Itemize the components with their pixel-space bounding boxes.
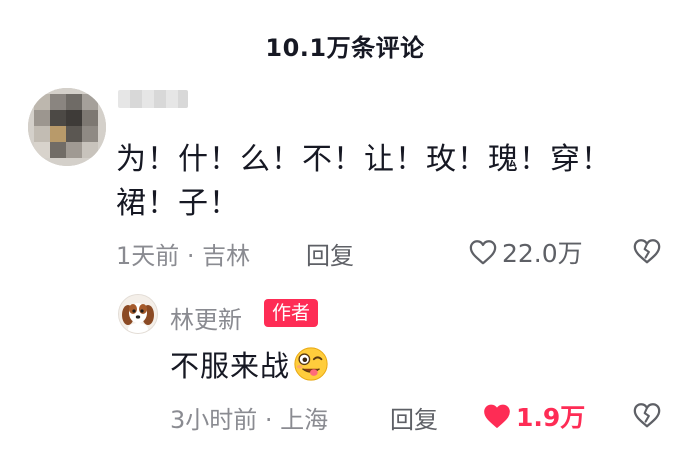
reply-username[interactable]: 林更新 xyxy=(170,300,242,335)
heart-filled-icon xyxy=(484,404,510,428)
comments-count-title: 10.1万条评论 xyxy=(265,34,425,62)
reply-meta: 3小时前 · 上海 回复 1.9万 xyxy=(170,398,680,438)
dog-avatar-image xyxy=(119,295,157,333)
like-button[interactable]: 22.0万 xyxy=(468,234,583,270)
comments-panel: 10.1万条评论 为！什！么！不！让！玫！瑰！穿！裙！子！ 1天前 · 吉林 回… xyxy=(0,0,690,464)
wink-tongue-emoji xyxy=(294,347,328,381)
reply-text: 不服来战 xyxy=(170,349,291,383)
blurred-username[interactable] xyxy=(118,90,188,108)
like-count: 1.9万 xyxy=(516,403,586,432)
avatar[interactable] xyxy=(118,294,158,334)
heart-outline-icon xyxy=(469,240,497,265)
broken-heart-icon[interactable] xyxy=(632,236,662,266)
author-badge: 作者 xyxy=(264,299,319,327)
avatar[interactable] xyxy=(28,88,106,166)
comment-time-location: 1天前 · 吉林 xyxy=(116,242,251,270)
like-button[interactable]: 1.9万 xyxy=(482,398,585,434)
comment-text: 为！什！么！不！让！玫！瑰！穿！裙！子！ xyxy=(116,142,612,221)
like-count: 22.0万 xyxy=(502,239,583,268)
blurred-avatar-image xyxy=(28,88,106,166)
reply-button[interactable]: 回复 xyxy=(306,236,354,271)
reply-button[interactable]: 回复 xyxy=(390,400,438,435)
comment-meta: 1天前 · 吉林 回复 22.0万 xyxy=(116,232,676,272)
reply-time-location: 3小时前 · 上海 xyxy=(170,406,329,434)
broken-heart-icon[interactable] xyxy=(632,400,662,430)
reply-text-row: 不服来战 xyxy=(170,343,330,385)
